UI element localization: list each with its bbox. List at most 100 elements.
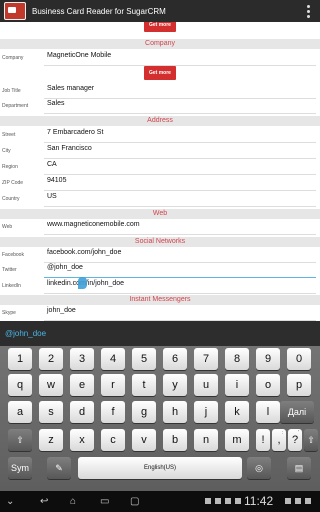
key-r[interactable]: r xyxy=(101,374,125,396)
key-t[interactable]: t xyxy=(132,374,156,396)
web-field[interactable]: www.magneticonemobile.com xyxy=(47,221,140,228)
street-label: Street xyxy=(2,132,16,138)
row-city[interactable]: City San Francisco xyxy=(0,143,320,160)
job-title-field[interactable]: Sales manager xyxy=(47,85,94,92)
key-i[interactable]: i xyxy=(225,374,249,396)
key-1[interactable]: 1 xyxy=(8,348,32,370)
row-department[interactable]: Department Sales xyxy=(0,98,320,115)
row-street[interactable]: Street 7 Embarcadero St xyxy=(0,127,320,144)
linkedin-label: LinkedIn xyxy=(2,283,21,289)
company-field[interactable]: MagneticOne Mobile xyxy=(47,52,111,59)
key-v[interactable]: v xyxy=(132,429,156,451)
key-c[interactable]: c xyxy=(101,429,125,451)
app-title: Business Card Reader for SugarCRM xyxy=(32,6,166,16)
handwriting-key[interactable]: ✎ xyxy=(47,457,71,479)
key-n[interactable]: n xyxy=(194,429,218,451)
key-h[interactable]: h xyxy=(163,401,187,423)
language-key[interactable]: ◎ xyxy=(247,457,271,479)
region-field[interactable]: CA xyxy=(47,161,57,168)
shift-key[interactable]: ⇧ xyxy=(8,429,32,451)
sym-key[interactable]: Sym xyxy=(8,457,32,479)
recent-apps-icon[interactable]: ▭ xyxy=(100,496,109,507)
battery-icon xyxy=(305,498,311,504)
skype-label: Skype xyxy=(2,310,16,316)
key-y[interactable]: y xyxy=(163,374,187,396)
key-m[interactable]: m xyxy=(225,429,249,451)
contact-form: Get more Company Company MagneticOne Mob… xyxy=(0,22,320,321)
section-company: Company xyxy=(0,39,320,49)
row-skype[interactable]: Skype john_doe xyxy=(0,305,320,321)
soft-keyboard: 1 2 3 4 5 6 7 8 9 0 q w e r t y u i o p … xyxy=(0,346,320,491)
enter-key[interactable]: Далі xyxy=(280,401,314,423)
facebook-label: Facebook xyxy=(2,252,24,258)
zip-label: ZIP Code xyxy=(2,180,24,186)
get-more-button-top[interactable]: Get more xyxy=(144,22,176,32)
key-g[interactable]: g xyxy=(132,401,156,423)
skype-field[interactable]: john_doe xyxy=(47,307,76,314)
key-5[interactable]: 5 xyxy=(132,348,156,370)
row-zip[interactable]: ZIP Code 94105 xyxy=(0,175,320,192)
globe-icon: ◎ xyxy=(255,462,263,473)
country-field[interactable]: US xyxy=(47,193,57,200)
row-web[interactable]: Web www.magneticonemobile.com xyxy=(0,219,320,236)
key-e[interactable]: e xyxy=(70,374,94,396)
facebook-field[interactable]: facebook.com/john_doe xyxy=(47,249,121,256)
key-8[interactable]: 8 xyxy=(225,348,249,370)
row-region[interactable]: Region CA xyxy=(0,159,320,176)
key-7[interactable]: 7 xyxy=(194,348,218,370)
key-comma[interactable]: ,: xyxy=(272,429,286,451)
screenshot-icon[interactable]: ▢ xyxy=(130,496,139,507)
key-4[interactable]: 4 xyxy=(101,348,125,370)
key-w[interactable]: w xyxy=(39,374,63,396)
row-twitter[interactable]: Twitter @john_doe xyxy=(0,262,320,279)
keyboard-hide-icon[interactable]: ⌄ xyxy=(6,496,14,507)
zip-field[interactable]: 94105 xyxy=(47,177,66,184)
key-s[interactable]: s xyxy=(39,401,63,423)
backspace-shift-key[interactable]: ⇧ xyxy=(304,429,318,451)
key-l[interactable]: l xyxy=(256,401,280,423)
key-0[interactable]: 0 xyxy=(287,348,311,370)
back-icon[interactable]: ↩ xyxy=(40,496,48,507)
company-label: Company xyxy=(2,55,24,61)
key-o[interactable]: o xyxy=(256,374,280,396)
overflow-menu-icon[interactable] xyxy=(307,5,310,20)
text-cursor-handle-icon[interactable] xyxy=(78,277,87,289)
usb-icon xyxy=(205,498,211,504)
row-linkedin[interactable]: LinkedIn linkedin.com/in/john_doe xyxy=(0,278,320,295)
key-f[interactable]: f xyxy=(101,401,125,423)
suggestion-item[interactable]: @john_doe xyxy=(5,329,46,338)
key-p[interactable]: p xyxy=(287,374,311,396)
signal-icon xyxy=(295,498,301,504)
key-6[interactable]: 6 xyxy=(163,348,187,370)
key-d[interactable]: d xyxy=(70,401,94,423)
key-9[interactable]: 9 xyxy=(256,348,280,370)
key-a[interactable]: a xyxy=(8,401,32,423)
key-j[interactable]: j xyxy=(194,401,218,423)
debug-icon xyxy=(215,498,221,504)
row-company[interactable]: Company MagneticOne Mobile xyxy=(0,50,320,67)
key-q[interactable]: q xyxy=(8,374,32,396)
key-3[interactable]: 3 xyxy=(70,348,94,370)
web-underline xyxy=(44,234,316,235)
key-exclamation[interactable]: ! xyxy=(256,429,270,451)
department-field[interactable]: Sales xyxy=(47,100,65,107)
key-question[interactable]: ? ' xyxy=(288,429,302,451)
key-comma-label: , xyxy=(277,434,281,446)
key-b[interactable]: b xyxy=(163,429,187,451)
street-field[interactable]: 7 Embarcadero St xyxy=(47,129,103,136)
key-k[interactable]: k xyxy=(225,401,249,423)
key-u[interactable]: u xyxy=(194,374,218,396)
system-navigation-bar: ⌄ ↩ ⌂ ▭ ▢ 11:42 xyxy=(0,491,320,512)
wifi-icon xyxy=(285,498,291,504)
space-key[interactable]: English(US) xyxy=(78,457,242,479)
get-more-button[interactable]: Get more xyxy=(144,66,176,80)
twitter-field[interactable]: @john_doe xyxy=(47,264,83,271)
key-z[interactable]: z xyxy=(39,429,63,451)
city-field[interactable]: San Francisco xyxy=(47,145,92,152)
row-country[interactable]: Country US xyxy=(0,191,320,208)
key-2[interactable]: 2 xyxy=(39,348,63,370)
key-x[interactable]: x xyxy=(70,429,94,451)
clipboard-key[interactable]: ▤ xyxy=(287,457,311,479)
home-icon[interactable]: ⌂ xyxy=(70,496,76,507)
notification-icon xyxy=(225,498,231,504)
